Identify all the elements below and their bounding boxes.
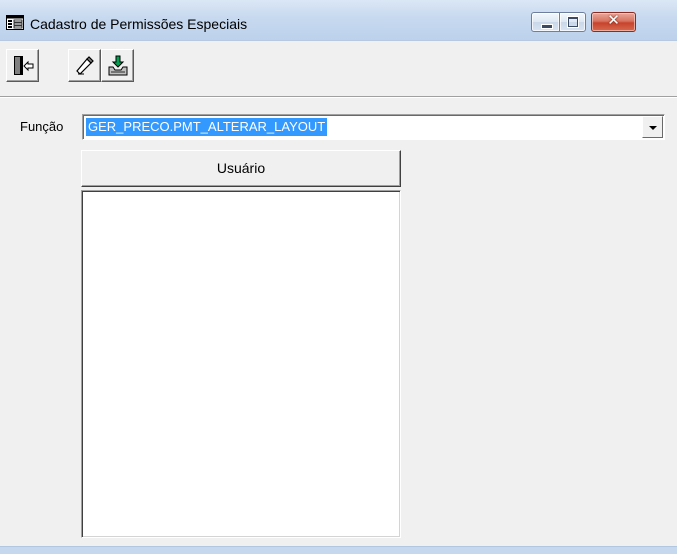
exit-button[interactable] <box>6 49 39 82</box>
close-button[interactable]: ✕ <box>591 12 636 32</box>
minimize-button[interactable] <box>531 12 560 32</box>
eraser-icon <box>76 56 94 75</box>
toolbar-separator <box>0 96 677 98</box>
clear-button[interactable] <box>68 49 101 82</box>
form-icon <box>6 15 24 30</box>
window-title: Cadastro de Permissões Especiais <box>30 16 248 32</box>
function-selected-value[interactable]: GER_PRECO.PMT_ALTERAR_LAYOUT <box>86 118 328 136</box>
function-combobox[interactable]: GER_PRECO.PMT_ALTERAR_LAYOUT <box>82 114 665 140</box>
maximize-button[interactable] <box>559 12 586 32</box>
minimize-icon <box>541 24 553 29</box>
user-column-header[interactable]: Usuário <box>81 150 401 187</box>
dropdown-arrow-button[interactable] <box>642 116 663 138</box>
save-to-tray-icon <box>108 55 128 76</box>
toolbar <box>0 41 677 89</box>
function-label: Função <box>20 119 64 134</box>
door-exit-icon <box>14 56 34 75</box>
close-icon: ✕ <box>607 12 620 29</box>
title-bar[interactable]: Cadastro de Permissões Especiais ✕ <box>0 0 677 41</box>
user-listbox[interactable] <box>81 190 401 538</box>
maximize-icon <box>568 17 578 27</box>
save-button[interactable] <box>101 49 134 82</box>
